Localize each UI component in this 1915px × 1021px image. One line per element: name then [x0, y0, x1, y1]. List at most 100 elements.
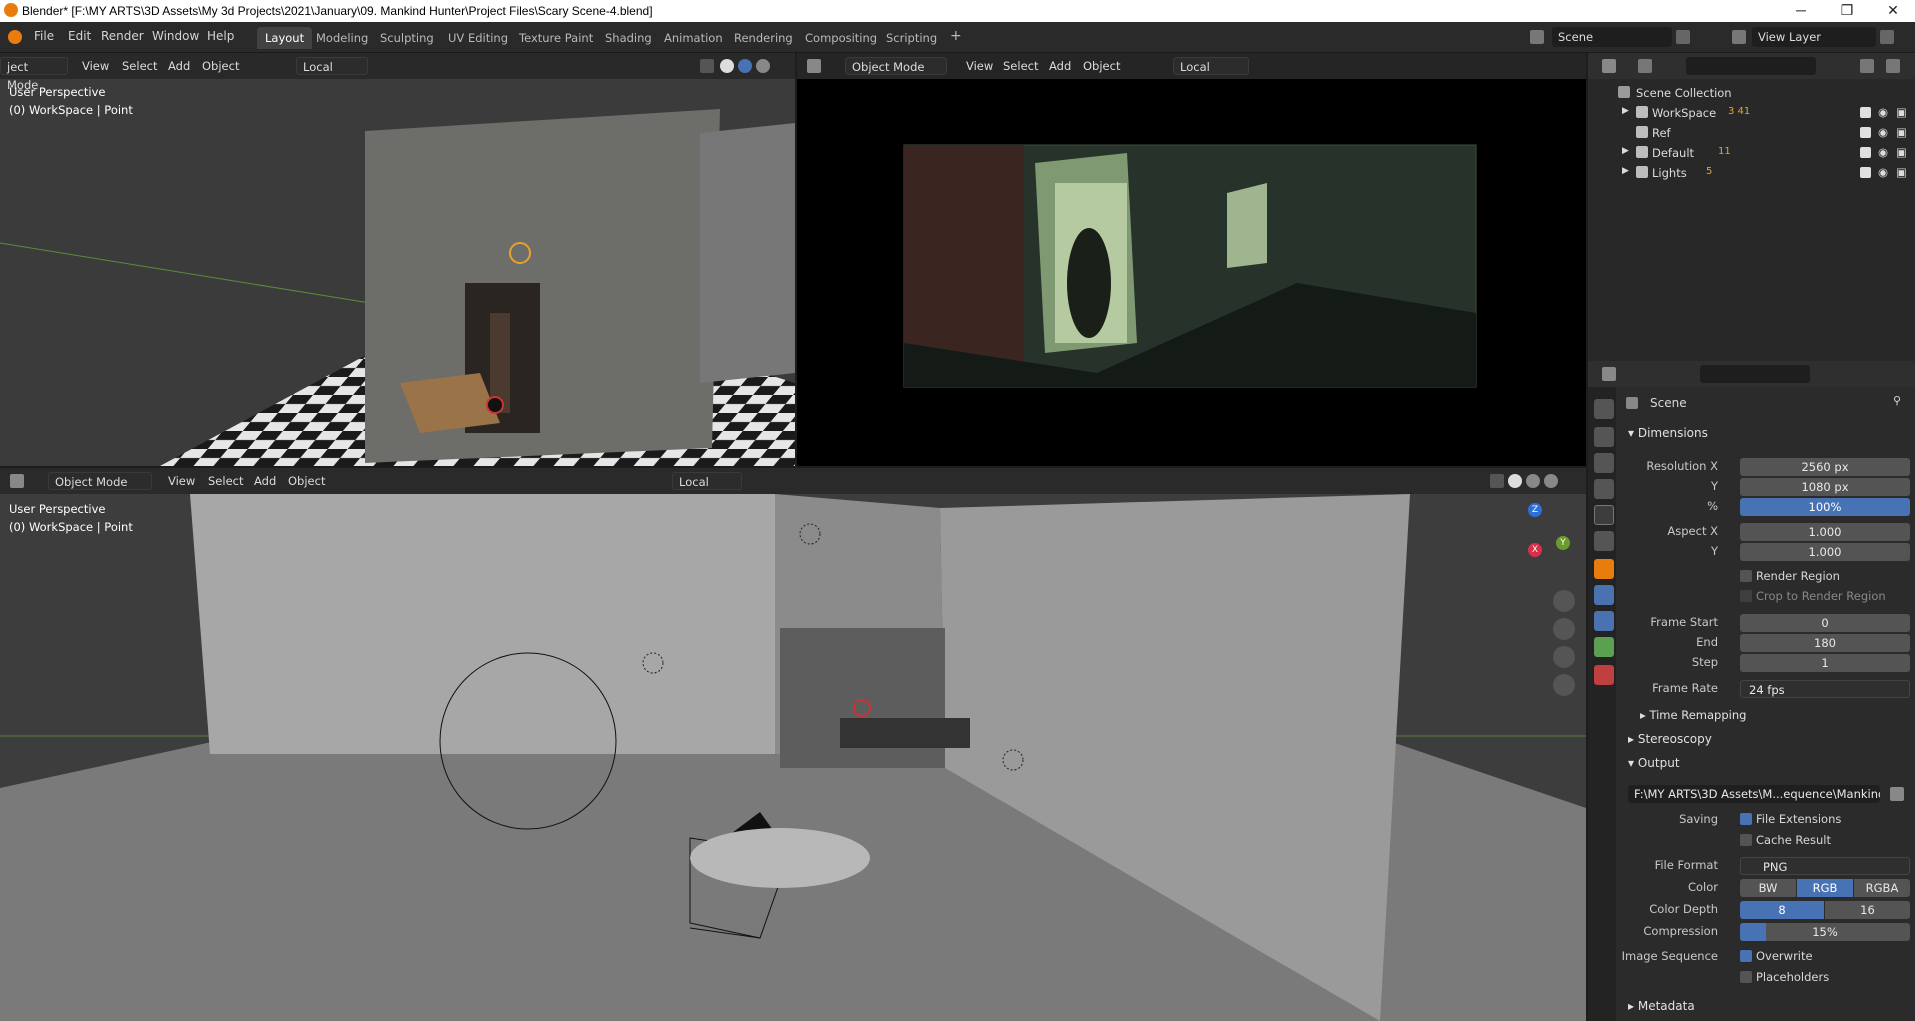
mode-selector[interactable]: ject Mode [0, 57, 68, 92]
solid-shading-icon[interactable] [720, 59, 734, 73]
aspect-x-field[interactable]: 1.000 [1740, 523, 1910, 541]
cache-result-checkbox[interactable] [1740, 834, 1752, 846]
resolution-x-field[interactable]: 2560 px [1740, 458, 1910, 476]
object-menu[interactable]: Object [288, 472, 325, 490]
transform-orientation[interactable]: Local [672, 472, 742, 490]
outliner-row-default[interactable]: ▶ Default 11 ◉ ▣ [1588, 143, 1915, 163]
tab-texture-paint[interactable]: Texture Paint [511, 27, 601, 49]
view-layer-field[interactable]: View Layer [1752, 27, 1876, 47]
minimize-button[interactable]: ─ [1778, 0, 1824, 22]
texture-tab-icon[interactable] [1594, 665, 1614, 685]
viewport-top-left[interactable]: ject Mode View Select Add Object Local U… [0, 53, 795, 466]
placeholders-checkbox[interactable] [1740, 971, 1752, 983]
select-menu[interactable]: Select [122, 57, 157, 75]
menu-help[interactable]: Help [207, 29, 234, 43]
maximize-button[interactable]: ❐ [1824, 0, 1870, 22]
resolution-y-field[interactable]: 1080 px [1740, 478, 1910, 496]
pan-hand-icon[interactable] [1553, 618, 1575, 640]
outliner-row-ref[interactable]: Ref ◉ ▣ [1588, 123, 1915, 143]
gizmo-x-axis[interactable]: X [1528, 543, 1542, 557]
color-rgba-button[interactable]: RGBA [1854, 879, 1910, 897]
render-tab-icon[interactable] [1594, 427, 1614, 447]
frame-end-field[interactable]: 180 [1740, 634, 1910, 652]
frame-rate-dropdown[interactable]: 24 fps [1740, 680, 1910, 698]
object-menu[interactable]: Object [202, 57, 239, 75]
expand-arrow-icon[interactable]: ▶ [1622, 106, 1629, 116]
output-path-field[interactable]: F:\MY ARTS\3D Assets\M...equence\Mankind… [1628, 785, 1880, 803]
editor-type-icon[interactable] [807, 59, 821, 73]
file-format-dropdown[interactable]: PNG [1740, 857, 1910, 875]
mode-selector[interactable]: Object Mode [845, 57, 947, 75]
tab-layout[interactable]: Layout [257, 27, 313, 49]
blender-menu-icon[interactable] [8, 30, 22, 44]
select-menu[interactable]: Select [208, 472, 243, 490]
eye-icon[interactable]: ◉ [1878, 165, 1888, 179]
view-menu[interactable]: View [82, 57, 109, 75]
color-depth-8-button[interactable]: 8 [1740, 901, 1824, 919]
physics-tab-icon[interactable] [1594, 611, 1614, 631]
view-layer-icon[interactable] [1732, 30, 1746, 44]
menu-window[interactable]: Window [152, 29, 199, 43]
gizmo-z-axis[interactable]: Z [1528, 503, 1542, 517]
menu-file[interactable]: File [34, 29, 54, 43]
wireframe-shading-icon[interactable] [1490, 474, 1504, 488]
filter-icon[interactable] [1860, 59, 1874, 73]
exclude-checkbox[interactable] [1860, 127, 1871, 138]
view-menu[interactable]: View [966, 57, 993, 75]
tab-sculpting[interactable]: Sculpting [372, 27, 442, 49]
color-bw-button[interactable]: BW [1740, 879, 1796, 897]
expand-arrow-icon[interactable]: ▶ [1622, 146, 1629, 156]
tab-shading[interactable]: Shading [597, 27, 660, 49]
eye-icon[interactable]: ◉ [1878, 145, 1888, 159]
add-workspace-button[interactable]: + [942, 27, 970, 49]
camera-icon[interactable]: ▣ [1896, 145, 1907, 159]
close-button[interactable]: ✕ [1870, 0, 1915, 22]
resolution-percent-field[interactable]: 100% [1740, 498, 1910, 516]
metadata-panel[interactable]: ▸ Metadata [1628, 999, 1695, 1013]
camera-icon[interactable]: ▣ [1896, 165, 1907, 179]
add-menu[interactable]: Add [1049, 57, 1071, 75]
tab-compositing[interactable]: Compositing [797, 27, 885, 49]
tab-rendering[interactable]: Rendering [726, 27, 801, 49]
scene-icon[interactable] [1530, 30, 1544, 44]
color-rgb-button[interactable]: RGB [1797, 879, 1853, 897]
time-remapping-panel[interactable]: ▸ Time Remapping [1640, 708, 1746, 722]
rendered-shading-icon[interactable] [1544, 474, 1558, 488]
menu-render[interactable]: Render [101, 29, 144, 43]
scene-tab-icon[interactable] [1594, 505, 1614, 525]
compression-slider[interactable]: 15% [1740, 923, 1910, 941]
stereoscopy-panel[interactable]: ▸ Stereoscopy [1628, 732, 1712, 746]
tab-modeling[interactable]: Modeling [308, 27, 376, 49]
zoom-icon[interactable] [1553, 590, 1575, 612]
frame-step-field[interactable]: 1 [1740, 654, 1910, 672]
expand-arrow-icon[interactable]: ▶ [1622, 166, 1629, 176]
viewport-top-right[interactable]: Object Mode View Select Add Object Local [797, 53, 1586, 466]
outliner-row-scene-collection[interactable]: Scene Collection [1588, 83, 1915, 103]
editor-type-icon[interactable] [1602, 367, 1616, 381]
folder-icon[interactable] [1890, 787, 1904, 801]
object-menu[interactable]: Object [1083, 57, 1120, 75]
viewport-bottom[interactable]: Object Mode View Select Add Object Local… [0, 468, 1586, 1021]
world-tab-icon[interactable] [1594, 531, 1614, 551]
add-menu[interactable]: Add [254, 472, 276, 490]
editor-type-icon[interactable] [10, 474, 24, 488]
editor-type-icon[interactable] [1602, 59, 1616, 73]
view-layer-tab-icon[interactable] [1594, 479, 1614, 499]
data-tab-icon[interactable] [1594, 637, 1614, 657]
frame-start-field[interactable]: 0 [1740, 614, 1910, 632]
overwrite-checkbox[interactable] [1740, 950, 1752, 962]
new-collection-icon[interactable] [1886, 59, 1900, 73]
properties-search-input[interactable] [1700, 365, 1810, 383]
view-menu[interactable]: View [168, 472, 195, 490]
crop-region-checkbox[interactable] [1740, 590, 1752, 602]
tool-tab-icon[interactable] [1594, 399, 1614, 419]
camera-view-icon[interactable] [1553, 646, 1575, 668]
object-tab-icon[interactable] [1594, 559, 1614, 579]
solid-shading-icon[interactable] [1508, 474, 1522, 488]
new-scene-icon[interactable] [1676, 30, 1690, 44]
file-extensions-checkbox[interactable] [1740, 813, 1752, 825]
navigation-gizmo[interactable]: Z Y X [1494, 503, 1574, 583]
scene-field[interactable]: Scene [1552, 27, 1672, 47]
eye-icon[interactable]: ◉ [1878, 125, 1888, 139]
select-menu[interactable]: Select [1003, 57, 1038, 75]
